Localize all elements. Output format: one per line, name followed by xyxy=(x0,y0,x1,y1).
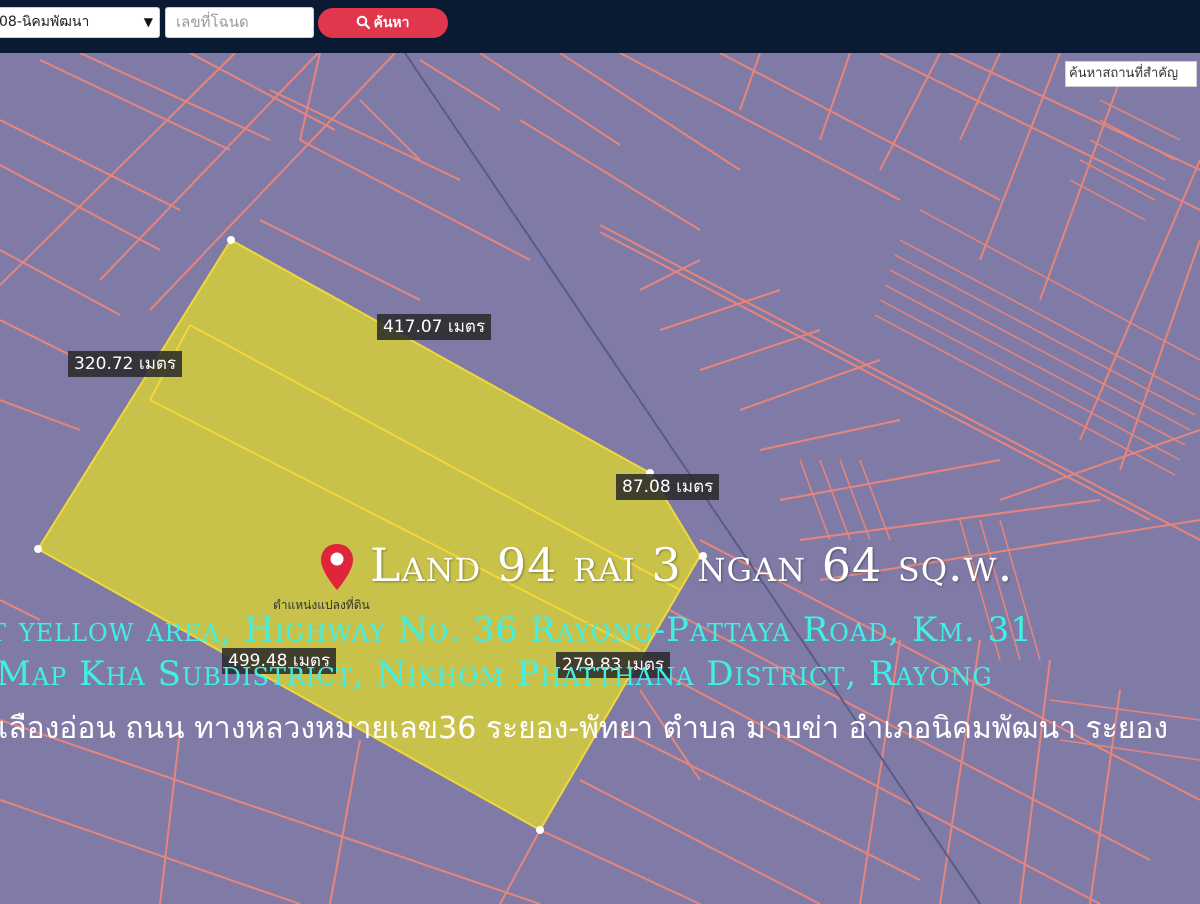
search-button[interactable]: ค้นหา xyxy=(318,8,448,38)
location-line-en-2: Map Kha Subdistrict, Nikhom Phatthana Di… xyxy=(0,654,993,694)
chevron-down-icon: ▼ xyxy=(143,15,153,29)
place-search-input[interactable]: ค้นหาสถานที่สำคัญ xyxy=(1065,61,1197,87)
dimension-label: 417.07 เมตร xyxy=(377,314,492,340)
district-select[interactable]: 08-นิคมพัฒนา ▼ xyxy=(0,7,160,38)
search-icon xyxy=(356,10,371,40)
cadastral-map[interactable] xyxy=(0,53,1200,904)
land-size-title: Land 94 rai 3 ngan 64 sq.w. xyxy=(370,538,1014,592)
location-line-en-1: t yellow area, Highway No. 36 Rayong-Pat… xyxy=(0,610,1033,650)
district-select-value: 08-นิคมพัฒนา xyxy=(0,14,90,30)
search-button-label: ค้นหา xyxy=(373,15,410,31)
dimension-label: 87.08 เมตร xyxy=(616,474,720,500)
top-bar: 08-นิคมพัฒนา ▼ เลขที่โฉนด ค้นหา xyxy=(0,0,1200,53)
location-pin-icon[interactable] xyxy=(319,542,355,596)
location-line-th: เลืองอ่อน ถนน ทางหลวงหมายเลข36 ระยอง-พัท… xyxy=(0,711,1168,746)
dimension-label: 320.72 เมตร xyxy=(68,351,183,377)
deed-number-input[interactable]: เลขที่โฉนด xyxy=(165,7,314,38)
